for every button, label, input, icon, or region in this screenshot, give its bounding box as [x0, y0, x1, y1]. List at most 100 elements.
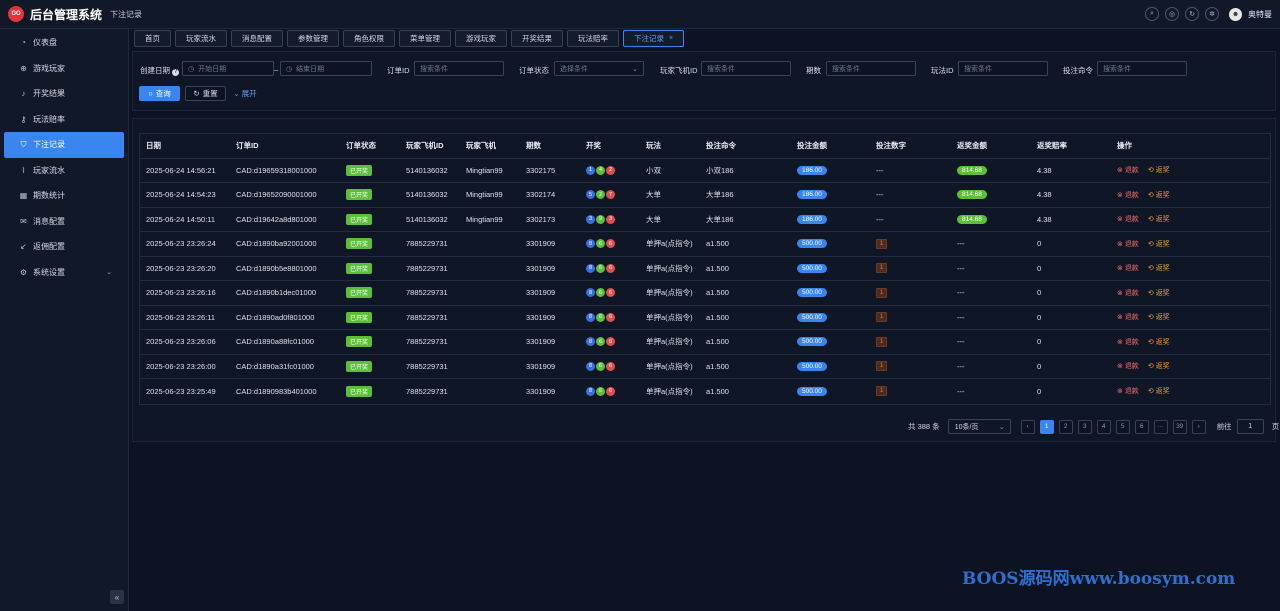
reward-button[interactable]: ⟲ 返奖 — [1148, 361, 1170, 371]
reward-button[interactable]: ⟲ 返奖 — [1148, 337, 1170, 347]
table-cell: 已开奖 — [346, 330, 373, 354]
table-cell: 单押a(点指令) — [646, 355, 693, 379]
tab-7[interactable]: 开奖结果 — [511, 30, 563, 47]
table-cell: a1.500 — [706, 281, 729, 305]
order-status-select[interactable]: 选择条件 ⌄ — [554, 61, 644, 76]
tab-1[interactable]: 玩家流水 — [175, 30, 227, 47]
period-cell: 3301909 — [526, 337, 556, 347]
lottery-ball: 8 — [586, 263, 595, 273]
table-cell: 2025-06-24 14:50:11 — [146, 208, 215, 232]
refund-button[interactable]: ⊗ 退款 — [1117, 190, 1139, 200]
page-button[interactable]: 6 — [1134, 419, 1149, 434]
tab-2[interactable]: 消息配置 — [231, 30, 283, 47]
expand-button[interactable]: ⌄ 展开 — [231, 86, 259, 101]
refund-button[interactable]: ⊗ 退款 — [1117, 263, 1139, 273]
bet-digit: 1 — [876, 361, 888, 372]
sidebar-item-3[interactable]: ⚷ 玩法赔率 — [4, 107, 124, 133]
tab-5[interactable]: 菜单管理 — [399, 30, 451, 47]
target-icon[interactable]: ◎ — [1165, 7, 1179, 21]
tab-3[interactable]: 参数管理 — [287, 30, 339, 47]
tab-4[interactable]: 角色权限 — [343, 30, 395, 47]
search-icon[interactable]: ⌕ — [1145, 7, 1159, 21]
status-badge: 已开奖 — [346, 311, 373, 323]
lottery-ball: 8 — [586, 239, 595, 249]
refund-button[interactable]: ⊗ 退款 — [1117, 214, 1139, 224]
sidebar-item-7[interactable]: ✉ 消息配置 — [4, 209, 124, 235]
start-date-input[interactable]: ◷ 开始日期 — [182, 61, 274, 76]
page-button[interactable]: 5 — [1115, 419, 1130, 434]
search-button[interactable]: ○ 查询 — [139, 86, 180, 101]
page-button[interactable]: 4 — [1096, 419, 1111, 434]
table-row: 2025-06-23 23:25:49 CAD:d1890983b401000 已开… — [140, 379, 1270, 404]
sidebar-item-1[interactable]: ⊕ 游戏玩家 — [4, 56, 124, 82]
sidebar-item-9[interactable]: ⚙ 系统设置 ⌄ — [4, 260, 124, 286]
reward-button[interactable]: ⟲ 返奖 — [1148, 214, 1170, 224]
next-page-button[interactable]: › — [1191, 419, 1206, 434]
page-button[interactable]: 2 — [1058, 419, 1073, 434]
tab-6[interactable]: 游戏玩家 — [455, 30, 507, 47]
refund-button[interactable]: ⊗ 退款 — [1117, 361, 1139, 371]
page-button[interactable]: 3 — [1077, 419, 1092, 434]
sidebar-item-label: 玩家流水 — [33, 165, 65, 175]
order-id-cell: CAD:d19652090001000 — [236, 190, 317, 200]
reward-button[interactable]: ⟲ 返奖 — [1148, 239, 1170, 249]
reward-amount: --- — [957, 312, 965, 322]
bet-cmd-input[interactable]: 搜索条件 — [1097, 61, 1187, 76]
status-badge: 已开奖 — [346, 238, 373, 250]
page-button[interactable]: 1 — [1039, 419, 1054, 434]
reward-icon: ⟲ — [1147, 363, 1156, 371]
reset-button[interactable]: ↻ 重置 — [185, 86, 226, 101]
table-cell: ⊗ 退款 ⟲ 返奖 — [1117, 257, 1179, 281]
play-id-input[interactable]: 搜索条件 — [958, 61, 1048, 76]
refund-button[interactable]: ⊗ 退款 — [1117, 239, 1139, 249]
table-cell: 已开奖 — [346, 159, 373, 183]
tab-0[interactable]: 首页 — [134, 30, 171, 47]
refund-button[interactable]: ⊗ 退款 — [1117, 386, 1139, 396]
table-cell: 已开奖 — [346, 257, 373, 281]
sidebar-item-2[interactable]: ♪ 开奖结果 — [4, 81, 124, 107]
refresh-icon[interactable]: ↻ — [1185, 7, 1199, 21]
close-icon[interactable]: × — [669, 35, 673, 42]
reward-button[interactable]: ⟲ 返奖 — [1148, 165, 1170, 175]
sidebar-collapse-button[interactable]: « — [110, 590, 124, 604]
tab-label: 下注记录 — [634, 34, 664, 43]
table-cell: 大单186 — [706, 208, 734, 232]
sidebar-item-4[interactable]: ⛉ 下注记录 — [4, 132, 124, 158]
page-size-select[interactable]: 10条/页 ⌄ — [947, 419, 1011, 434]
bet-amount: 500.00 — [797, 386, 827, 396]
order-id-input[interactable]: 搜索条件 — [414, 61, 504, 76]
player-name-cell: Mingtian99 — [466, 190, 503, 200]
refund-button[interactable]: ⊗ 退款 — [1117, 288, 1139, 298]
player-fid-input[interactable]: 搜索条件 — [701, 61, 791, 76]
sidebar-item-0[interactable]: ◔ 仪表盘 — [4, 30, 124, 56]
page-button[interactable]: 39 — [1172, 419, 1187, 434]
sidebar-item-8[interactable]: ↙ 返佣配置 — [4, 234, 124, 260]
sidebar-item-6[interactable]: ▦ 期数统计 — [4, 183, 124, 209]
sidebar-item-5[interactable]: ⌇ 玩家流水 — [4, 158, 124, 184]
reward-button[interactable]: ⟲ 返奖 — [1148, 263, 1170, 273]
key-icon: ⚷ — [20, 114, 27, 124]
status-badge: 已开奖 — [346, 189, 373, 201]
sidebar-item-label: 消息配置 — [33, 216, 65, 226]
date-cell: 2025-06-24 14:54:23 — [146, 190, 216, 200]
reward-button[interactable]: ⟲ 返奖 — [1148, 386, 1170, 396]
reward-button[interactable]: ⟲ 返奖 — [1148, 288, 1170, 298]
reward-button[interactable]: ⟲ 返奖 — [1148, 312, 1170, 322]
reward-button[interactable]: ⟲ 返奖 — [1148, 190, 1170, 200]
avatar[interactable]: ☻ — [1229, 7, 1242, 21]
page-button[interactable]: ··· — [1153, 419, 1168, 434]
tab-8[interactable]: 玩法赔率 — [567, 30, 619, 47]
table-cell: 5140136032 — [406, 208, 448, 232]
table-cell: 小双 — [646, 159, 661, 183]
prev-page-button[interactable]: ‹ — [1020, 419, 1035, 434]
username[interactable]: 奥特曼 — [1248, 9, 1272, 20]
goto-page-input[interactable]: 1 — [1236, 419, 1264, 434]
settings-icon[interactable]: ✲ — [1205, 7, 1219, 21]
end-date-input[interactable]: ◷ 结束日期 — [280, 61, 372, 76]
refund-button[interactable]: ⊗ 退款 — [1117, 312, 1139, 322]
period-input[interactable]: 搜索条件 — [826, 61, 916, 76]
tab-9[interactable]: 下注记录 × — [623, 30, 685, 47]
refund-button[interactable]: ⊗ 退款 — [1117, 337, 1139, 347]
refund-button[interactable]: ⊗ 退款 — [1117, 165, 1139, 175]
lottery-ball: 6 — [606, 312, 615, 322]
